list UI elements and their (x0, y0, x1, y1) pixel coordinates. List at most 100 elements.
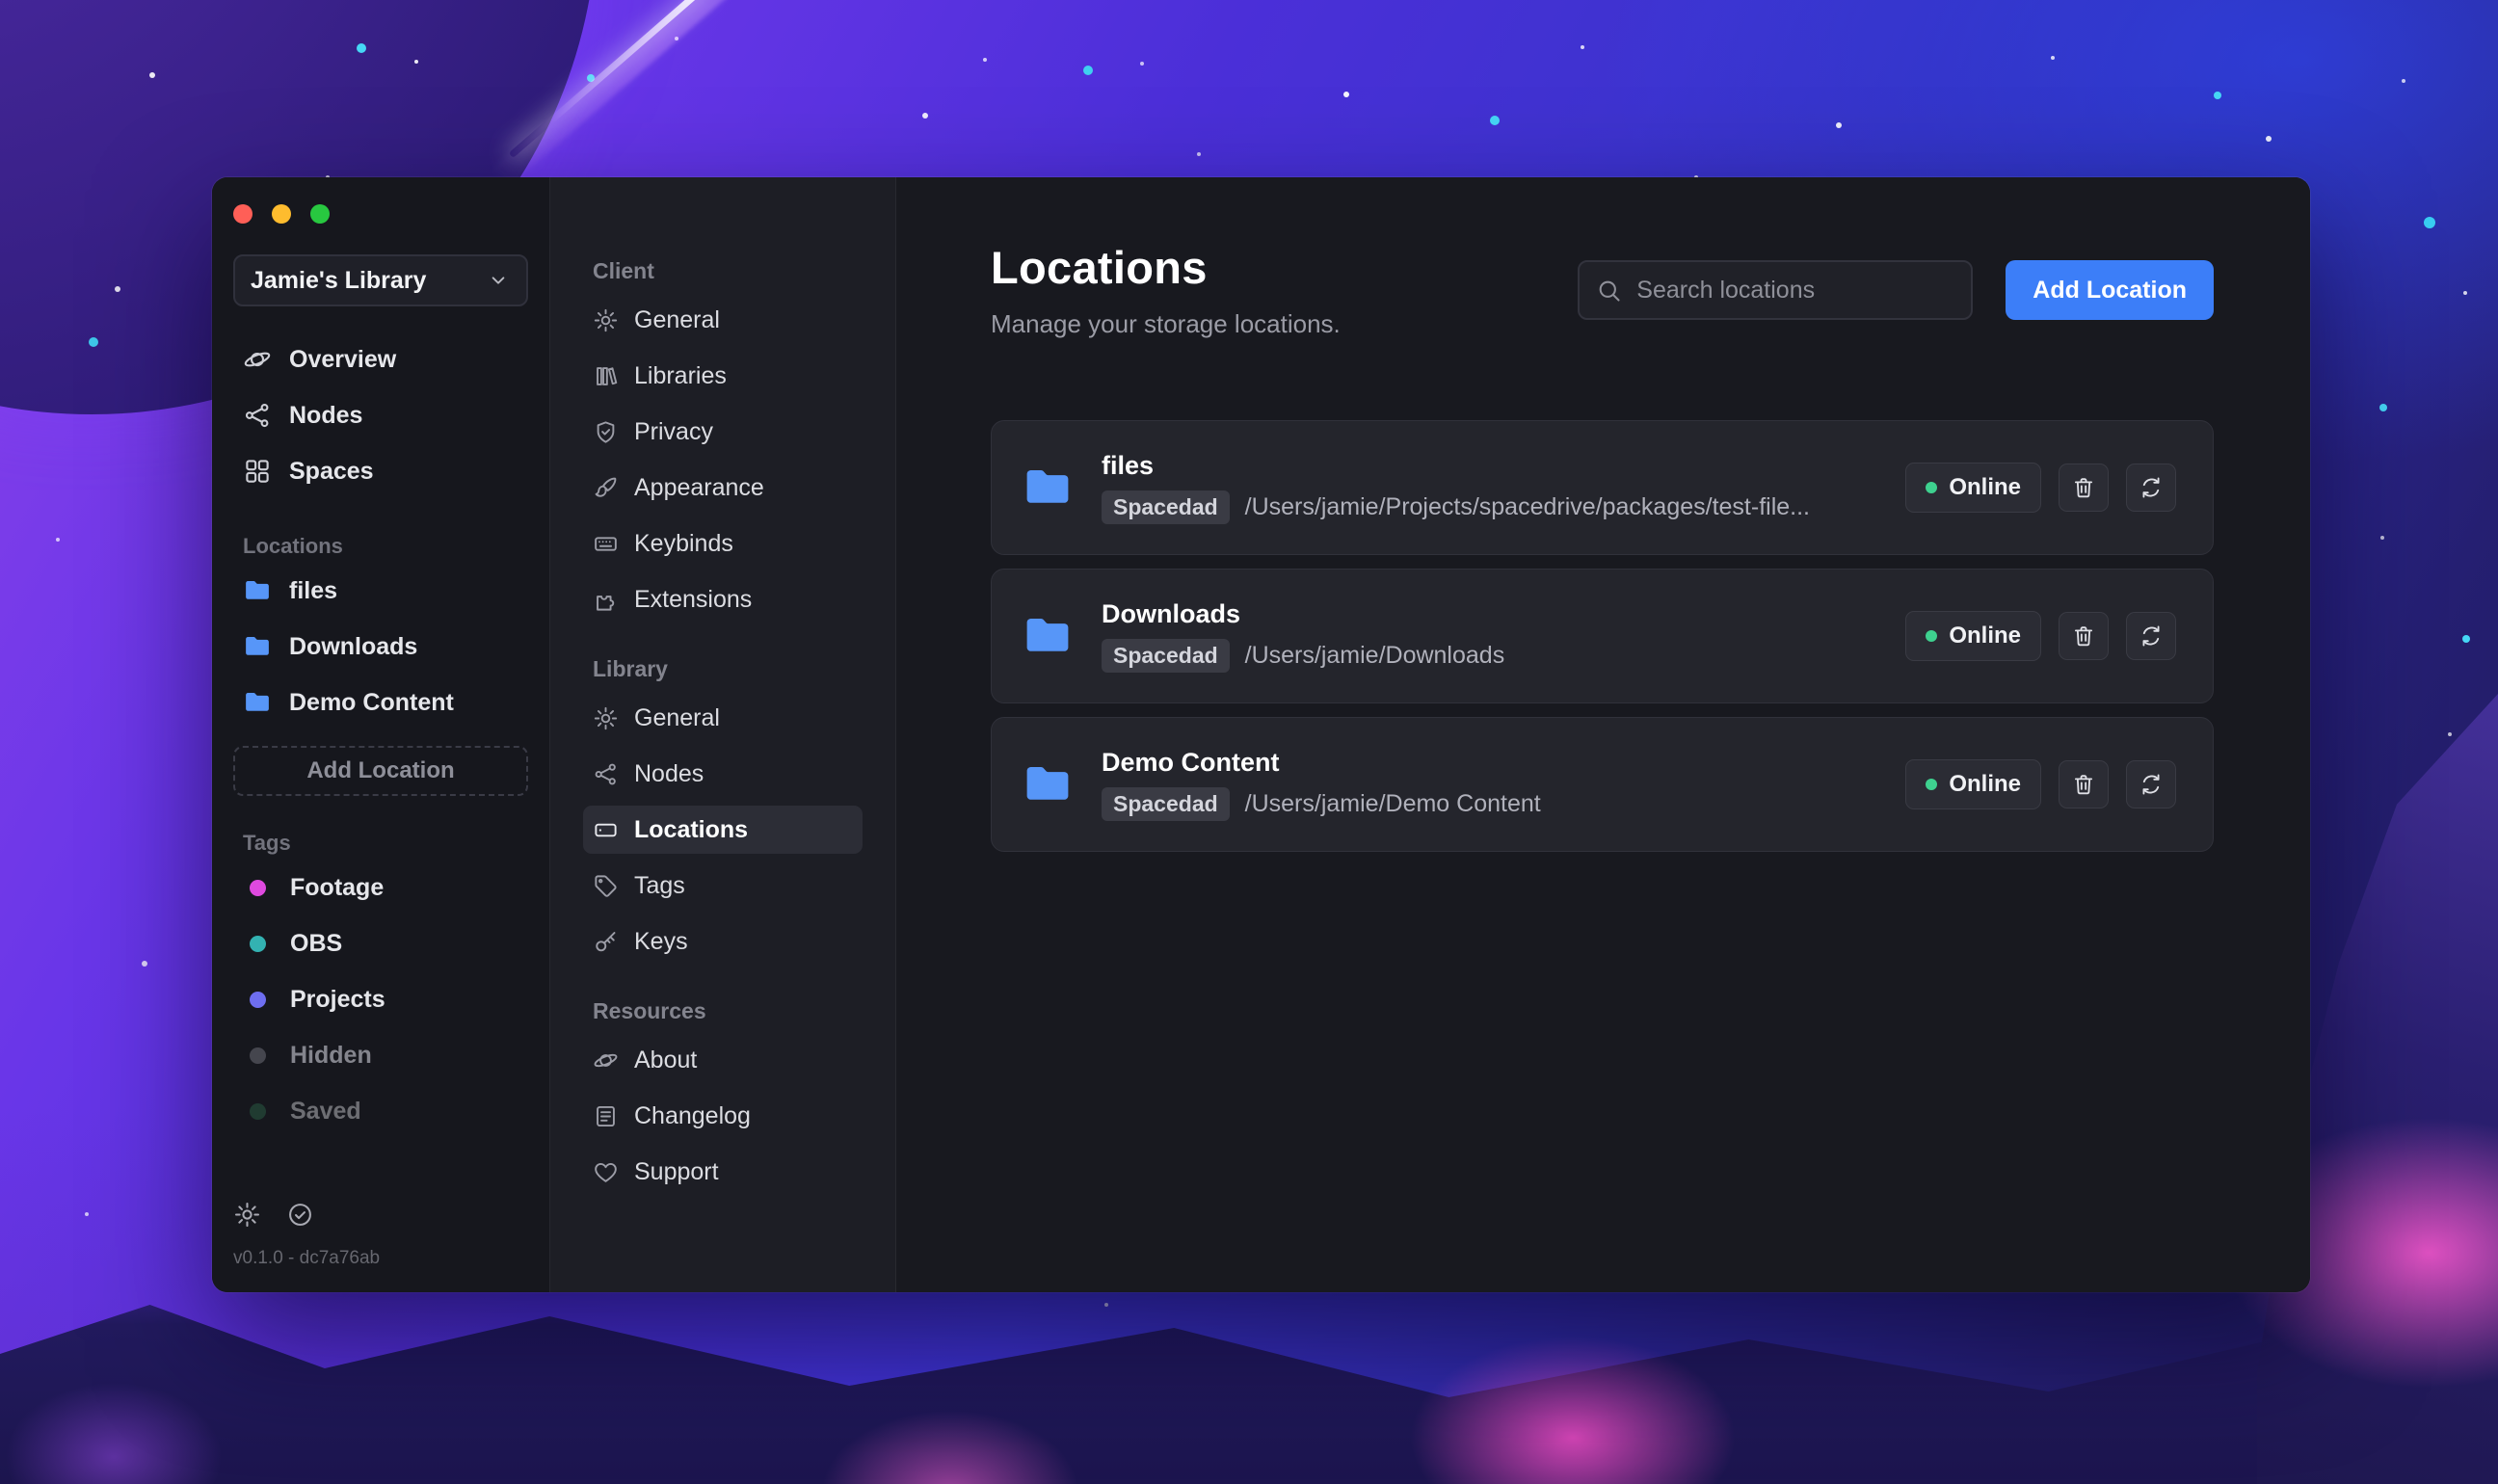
puzzle-icon (593, 587, 619, 613)
tag-item-obs[interactable]: OBS (233, 915, 528, 971)
settings-item-locations[interactable]: Locations (583, 806, 863, 854)
gear-icon (593, 307, 619, 333)
tag-item-saved[interactable]: Saved (233, 1083, 528, 1139)
search-box[interactable] (1578, 260, 1974, 320)
add-location-button[interactable]: Add Location (2006, 260, 2214, 320)
settings-gear-icon[interactable] (233, 1201, 261, 1229)
settings-item-label: Keys (634, 927, 688, 955)
settings-item-library-general[interactable]: General (583, 694, 863, 742)
sidebar-item-overview[interactable]: Overview (233, 331, 528, 387)
sidebar-locations-list: files Downloads Demo Content (233, 563, 528, 730)
delete-location-button[interactable] (2059, 760, 2109, 808)
delete-location-button[interactable] (2059, 464, 2109, 512)
rescan-location-button[interactable] (2126, 464, 2176, 512)
heart-icon (593, 1159, 619, 1185)
header-actions: Add Location (1578, 260, 2214, 320)
sidebar-location-downloads[interactable]: Downloads (233, 619, 528, 675)
location-info: Demo Content Spacedad /Users/jamie/Demo … (1102, 748, 1541, 821)
search-input[interactable] (1636, 276, 1956, 305)
sidebar-location-label: Demo Content (289, 688, 454, 716)
folder-icon (1019, 610, 1076, 662)
check-circle-icon[interactable] (286, 1201, 314, 1229)
rescan-location-button[interactable] (2126, 760, 2176, 808)
settings-item-changelog[interactable]: Changelog (583, 1092, 863, 1140)
library-selector[interactable]: Jamie's Library (233, 254, 528, 306)
sidebar-tags-list: Footage OBS Projects Hidden Saved (233, 860, 528, 1139)
online-dot (1926, 630, 1938, 642)
tag-color-dot (250, 1102, 266, 1120)
status-label: Online (1949, 474, 2021, 500)
tag-label: Projects (290, 985, 385, 1013)
settings-item-label: Extensions (634, 585, 753, 613)
locations-list: files Spacedad /Users/jamie/Projects/spa… (991, 420, 2214, 852)
close-window-button[interactable] (233, 204, 252, 224)
sidebar-add-location-button[interactable]: Add Location (233, 746, 528, 796)
shield-icon (593, 419, 619, 445)
main-content: Locations Manage your storage locations.… (896, 177, 2310, 1292)
sidebar-location-demo-content[interactable]: Demo Content (233, 675, 528, 730)
settings-section-header: Resources (593, 998, 706, 1023)
tag-label: OBS (290, 929, 343, 957)
settings-item-about[interactable]: About (583, 1036, 863, 1084)
search-icon (1595, 277, 1623, 305)
settings-item-support[interactable]: Support (583, 1148, 863, 1196)
settings-item-appearance[interactable]: Appearance (583, 464, 863, 512)
sidebar-item-nodes[interactable]: Nodes (233, 387, 528, 443)
keyboard-icon (593, 531, 619, 557)
tags-section-header: Tags (243, 831, 291, 855)
app-version: v0.1.0 - dc7a76ab (233, 1248, 381, 1268)
location-path: /Users/jamie/Projects/spacedrive/package… (1244, 493, 1810, 520)
planet-icon (593, 1047, 619, 1073)
status-badge: Online (1905, 611, 2041, 661)
paintbrush-icon (593, 475, 619, 501)
settings-item-label: General (634, 703, 720, 731)
delete-location-button[interactable] (2059, 612, 2109, 660)
minimize-window-button[interactable] (272, 204, 291, 224)
trash-icon (2071, 623, 2096, 649)
spacedrive-window: Jamie's Library Overview Nodes Spaces Lo… (212, 177, 2310, 1292)
settings-item-libraries[interactable]: Libraries (583, 352, 863, 400)
nodes-icon (243, 401, 272, 430)
tag-color-dot (250, 1047, 266, 1064)
settings-item-label: Keybinds (634, 529, 733, 557)
location-row-downloads: Downloads Spacedad /Users/jamie/Download… (991, 569, 2214, 703)
tag-item-hidden[interactable]: Hidden (233, 1027, 528, 1083)
trash-icon (2071, 772, 2096, 797)
settings-item-client-general[interactable]: General (583, 296, 863, 344)
tag-color-dot (250, 879, 266, 896)
zoom-window-button[interactable] (310, 204, 330, 224)
status-badge: Online (1905, 759, 2041, 809)
sidebar-item-spaces[interactable]: Spaces (233, 443, 528, 499)
settings-item-label: About (634, 1046, 698, 1073)
location-name: Downloads (1102, 599, 1241, 628)
location-info: Downloads Spacedad /Users/jamie/Download… (1102, 599, 1504, 673)
settings-item-keys[interactable]: Keys (583, 917, 863, 966)
sidebar-location-files[interactable]: files (233, 563, 528, 619)
settings-item-tags[interactable]: Tags (583, 861, 863, 910)
location-row-files: files Spacedad /Users/jamie/Projects/spa… (991, 420, 2214, 555)
sync-icon (2139, 772, 2164, 797)
settings-nav: Client General Libraries Privacy Appeara… (549, 177, 896, 1292)
drive-icon (593, 817, 619, 843)
planet-icon (243, 345, 272, 374)
sync-icon (2139, 475, 2164, 500)
folder-icon (243, 688, 272, 717)
settings-item-keybinds[interactable]: Keybinds (583, 519, 863, 568)
sidebar-footer: v0.1.0 - dc7a76ab (233, 1201, 528, 1292)
tag-item-footage[interactable]: Footage (233, 860, 528, 915)
settings-item-label: Support (634, 1157, 719, 1185)
rescan-location-button[interactable] (2126, 612, 2176, 660)
status-badge: Online (1905, 463, 2041, 513)
library-selector-label: Jamie's Library (251, 266, 427, 294)
settings-item-extensions[interactable]: Extensions (583, 575, 863, 623)
settings-item-library-nodes[interactable]: Nodes (583, 750, 863, 798)
settings-section-header: Client (593, 258, 654, 283)
settings-section-library: Library General Nodes Locations Tags Key… (583, 656, 863, 966)
desktop-background: Jamie's Library Overview Nodes Spaces Lo… (0, 0, 2498, 1484)
tag-item-projects[interactable]: Projects (233, 971, 528, 1027)
node-badge: Spacedad (1102, 787, 1230, 821)
key-icon (593, 929, 619, 955)
grid-icon (243, 457, 272, 486)
settings-item-privacy[interactable]: Privacy (583, 408, 863, 456)
page-subtitle: Manage your storage locations. (991, 309, 1341, 338)
